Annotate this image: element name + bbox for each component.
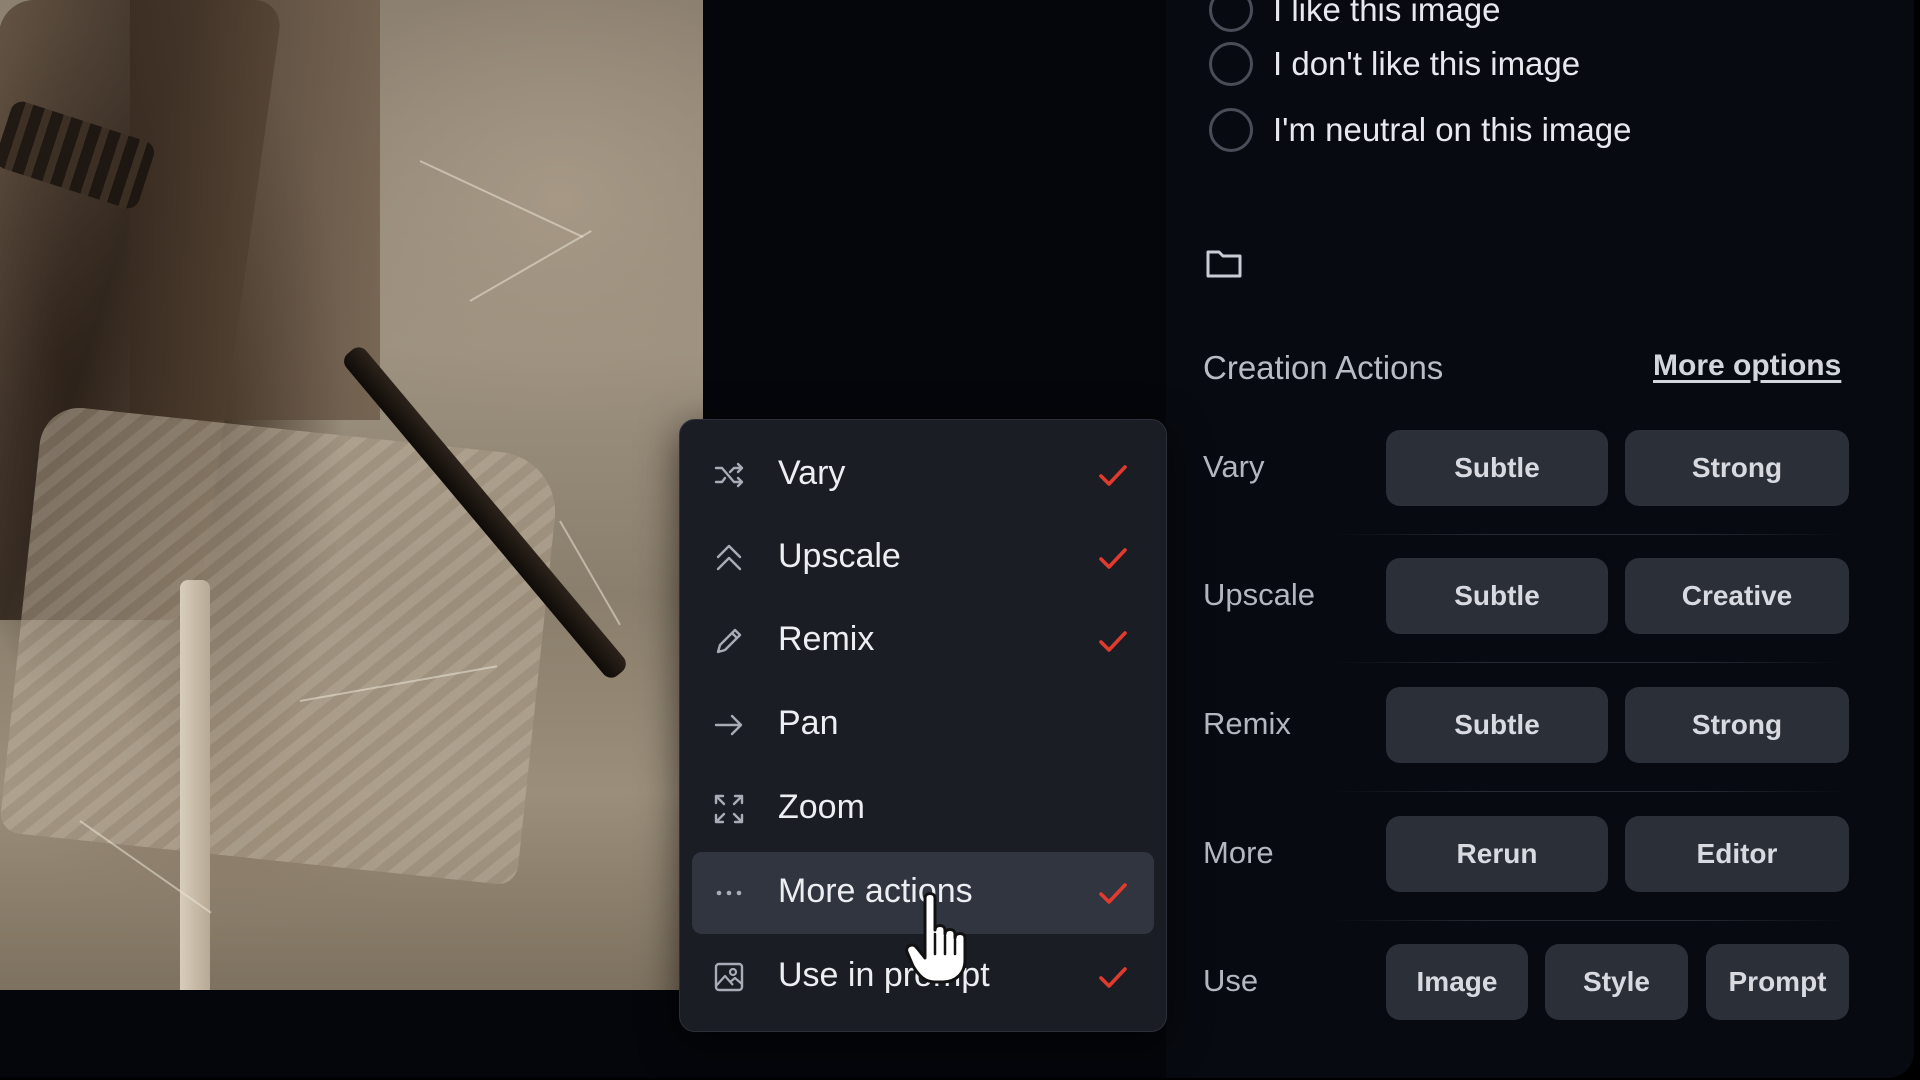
vary-row-label: Vary xyxy=(1203,449,1265,484)
rating-label: I'm neutral on this image xyxy=(1273,111,1632,148)
rating-label: I like this image xyxy=(1273,0,1501,28)
rerun-button[interactable]: Rerun xyxy=(1386,816,1608,892)
arrow-right-icon xyxy=(714,714,743,736)
check-icon xyxy=(1099,883,1127,904)
upscale-row-label: Upscale xyxy=(1203,577,1315,612)
row-divider xyxy=(1330,920,1850,921)
creation-actions-title: Creation Actions xyxy=(1203,349,1444,386)
upscale-creative-button[interactable]: Creative xyxy=(1625,558,1849,634)
menu-item-remix[interactable]: Remix xyxy=(692,600,1154,682)
menu-item-zoom[interactable]: Zoom xyxy=(692,768,1154,850)
remix-strong-button[interactable]: Strong xyxy=(1625,687,1849,763)
menu-item-label: Vary xyxy=(778,454,846,492)
menu-item-upscale[interactable]: Upscale xyxy=(692,517,1154,599)
image-icon xyxy=(714,962,744,992)
image-details-panel xyxy=(1166,0,1914,1078)
app-screen: I like this image I don't like this imag… xyxy=(0,0,1914,1078)
rating-option-neutral[interactable]: I'm neutral on this image xyxy=(1209,104,1631,156)
radio-circle[interactable] xyxy=(1209,0,1253,32)
remix-subtle-button[interactable]: Subtle xyxy=(1386,687,1608,763)
row-divider xyxy=(1330,534,1850,535)
menu-item-pan[interactable]: Pan xyxy=(692,684,1154,766)
use-row-label: Use xyxy=(1203,963,1259,998)
menu-item-label: Pan xyxy=(778,704,839,742)
pencil-icon xyxy=(716,628,742,654)
expand-icon xyxy=(714,794,744,824)
row-divider xyxy=(1330,791,1850,792)
menu-item-label: Upscale xyxy=(778,537,901,575)
editor-button[interactable]: Editor xyxy=(1625,816,1849,892)
vary-subtle-button[interactable]: Subtle xyxy=(1386,430,1608,506)
samurai-photo[interactable] xyxy=(0,0,703,990)
menu-item-label: Remix xyxy=(778,620,875,658)
use-image-button[interactable]: Image xyxy=(1386,944,1528,1020)
ellipsis-icon xyxy=(716,890,742,896)
menu-item-label: Zoom xyxy=(778,788,865,826)
check-icon xyxy=(1099,967,1127,988)
rating-label: I don't like this image xyxy=(1273,45,1581,82)
shuffle-icon xyxy=(714,462,744,488)
vary-strong-button[interactable]: Strong xyxy=(1625,430,1849,506)
more-options-link[interactable]: More options xyxy=(1653,349,1841,383)
check-icon xyxy=(1099,548,1127,569)
check-icon xyxy=(1099,465,1127,486)
use-style-button[interactable]: Style xyxy=(1545,944,1688,1020)
rating-option-dislike[interactable]: I don't like this image xyxy=(1209,38,1580,90)
remix-row-label: Remix xyxy=(1203,706,1291,741)
more-row-label: More xyxy=(1203,835,1274,870)
check-icon xyxy=(1099,631,1127,652)
double-chevron-up-icon xyxy=(716,544,742,571)
menu-item-vary[interactable]: Vary xyxy=(692,434,1154,516)
upscale-subtle-button[interactable]: Subtle xyxy=(1386,558,1608,634)
row-divider xyxy=(1330,662,1850,663)
folder-icon[interactable] xyxy=(1205,246,1243,280)
hand-pointer-icon xyxy=(905,892,967,984)
radio-circle[interactable] xyxy=(1209,42,1253,86)
use-prompt-button[interactable]: Prompt xyxy=(1706,944,1849,1020)
rating-option-like[interactable]: I like this image xyxy=(1209,0,1500,36)
radio-circle[interactable] xyxy=(1209,108,1253,152)
